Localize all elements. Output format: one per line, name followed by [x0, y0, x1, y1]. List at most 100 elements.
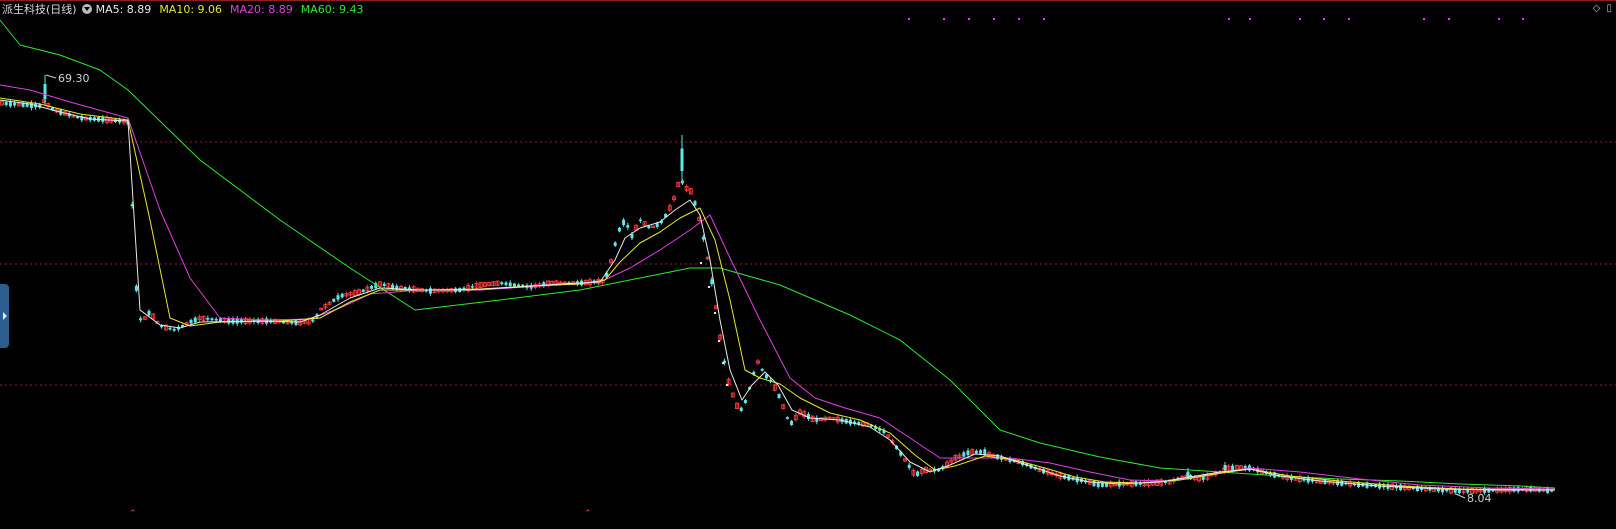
top-marker-3: [993, 18, 995, 20]
top-marker-4: [1018, 18, 1020, 20]
candle-88: [370, 285, 374, 289]
window-icon[interactable]: ▯: [1606, 3, 1612, 14]
candle-50: [210, 318, 214, 321]
high-price-pointer: [45, 74, 57, 79]
candle-154: [647, 225, 651, 229]
candle-51: [214, 318, 218, 321]
chart-header: 派生科技(日线) MA5: 8.89 MA10: 9.06 MA20: 8.89…: [0, 0, 1616, 18]
candle-40: [168, 327, 172, 330]
candle-218: [916, 471, 920, 476]
side-expand-tab[interactable]: [0, 284, 9, 348]
top-marker-5: [1043, 18, 1045, 20]
top-marker-10: [1348, 18, 1350, 20]
candle-49: [206, 317, 210, 320]
spike-body-1: [680, 148, 684, 171]
candle-112: [470, 286, 474, 288]
bottom-marker-1: ⌃: [584, 509, 592, 519]
gap-dot-5: [726, 384, 728, 386]
candle-33: [139, 318, 143, 321]
spike-body-4: [1223, 465, 1227, 470]
candle-181: [760, 368, 764, 371]
candle-79: [332, 298, 336, 302]
candle-91: [382, 283, 386, 286]
ma10-label: MA10: 9.06: [159, 2, 223, 16]
candle-74: [311, 319, 315, 322]
top-marker-6: [1228, 18, 1230, 20]
ma20-line: [0, 84, 1556, 490]
candle-120: [504, 282, 508, 286]
candle-41: [172, 328, 176, 331]
top-marker-9: [1323, 18, 1325, 20]
candle-234: [983, 449, 987, 455]
candle-45: [189, 319, 193, 324]
chevron-down-icon[interactable]: [81, 4, 92, 14]
candle-187: [785, 417, 789, 419]
gap-dot-3: [718, 340, 720, 342]
candle-146: [613, 242, 617, 246]
gap-dot-0: [700, 262, 702, 264]
top-marker-11: [1423, 18, 1425, 20]
top-marker-0: [908, 18, 910, 20]
candle-156: [655, 223, 659, 228]
candle-230: [966, 450, 970, 456]
kline-chart[interactable]: ⌃ ⌃ 69.30 8.04: [0, 0, 1616, 529]
candle-70: [294, 320, 298, 325]
candle-260: [1092, 480, 1096, 487]
candle-54: [227, 318, 231, 324]
ma5-label: MA5: 8.89: [95, 2, 152, 16]
candle-122: [512, 283, 516, 287]
bottom-marker-0: ⌃: [129, 509, 137, 519]
gap-dot-2: [714, 312, 716, 314]
ma10-line: [0, 97, 1556, 491]
candle-35: [147, 311, 151, 316]
candle-1: [4, 101, 8, 106]
candle-216: [907, 464, 911, 468]
candle-233: [979, 450, 983, 454]
top-marker-13: [1498, 18, 1500, 20]
candle-149: [626, 225, 630, 228]
candle-176: [739, 407, 743, 411]
candle-46: [193, 317, 197, 323]
candle-185: [777, 393, 781, 399]
candle-93: [391, 284, 395, 289]
candle-80: [336, 295, 340, 300]
candle-188: [790, 420, 794, 425]
candle-293: [1231, 465, 1235, 471]
low-price-label: 8.04: [1467, 492, 1492, 505]
candle-232: [974, 450, 978, 454]
candle-262: [1100, 482, 1104, 487]
candle-3: [13, 102, 17, 106]
candle-81: [340, 293, 344, 298]
top-marker-14: [1522, 18, 1524, 20]
ma60-label: MA60: 9.43: [300, 2, 364, 16]
top-marker-1: [943, 18, 945, 20]
ma5-line: [0, 99, 1555, 491]
spike-body-0: [43, 84, 47, 99]
top-marker-8: [1299, 18, 1301, 20]
candle-165: [693, 201, 697, 206]
gap-dot-1: [708, 286, 710, 288]
candle-147: [617, 227, 621, 232]
candle-86: [361, 289, 365, 292]
ma20-label: MA20: 8.89: [230, 2, 293, 16]
top-marker-2: [968, 18, 970, 20]
top-marker-7: [1249, 18, 1251, 20]
high-price-label: 69.30: [58, 72, 90, 85]
candle-7: [29, 102, 33, 108]
candle-121: [508, 282, 512, 287]
ma60-line: [0, 19, 1556, 489]
candle-119: [500, 282, 504, 285]
diamond-icon[interactable]: ◇: [1593, 3, 1601, 14]
stock-title: 派生科技(日线): [2, 3, 77, 16]
candle-52: [218, 318, 222, 322]
candle-177: [743, 400, 747, 403]
candle-102: [428, 288, 432, 294]
candle-229: [962, 452, 966, 457]
candle-162: [680, 180, 684, 184]
candle-148: [622, 219, 626, 226]
candle-32: [134, 285, 138, 291]
candle-152: [638, 219, 642, 222]
window-controls: ◇ ▯: [1590, 3, 1612, 14]
top-marker-12: [1448, 18, 1450, 20]
gap-dot-4: [722, 362, 724, 364]
